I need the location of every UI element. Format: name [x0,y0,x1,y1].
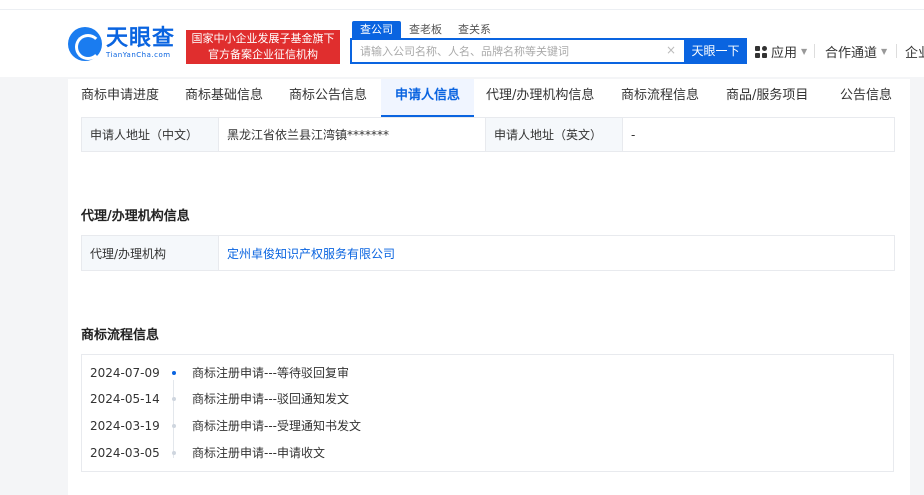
timeline-dot-icon [172,424,176,428]
addr-cn-label: 申请人地址（中文） [81,117,219,152]
list-item: 2024-03-05 商标注册申请---申请收文 [82,443,893,463]
logo-subtitle: TianYanCha.com [106,51,171,59]
search-box: × [350,38,684,64]
banner-line-1: 国家中小企业发展子基金旗下 [191,32,335,45]
nav-cooperation[interactable]: 合作通道 ▼ [825,42,887,61]
agency-label: 代理/办理机构 [81,235,219,271]
table-row: 代理/办理机构 定州卓俊知识产权服务有限公司 [81,235,895,271]
flow-date: 2024-05-14 [90,392,160,406]
search-tab-relation[interactable]: 查关系 [450,21,499,38]
tab-agency-info[interactable]: 代理/办理机构信息 [486,79,594,117]
agency-link[interactable]: 定州卓俊知识产权服务有限公司 [227,247,395,261]
site-logo[interactable]: 天眼查 TianYanCha.com [68,27,175,61]
timeline-dot-icon [172,451,176,455]
nav-divider [896,44,897,58]
list-item: 2024-07-09 商标注册申请---等待驳回复审 [82,363,893,383]
flow-date: 2024-03-19 [90,419,160,433]
logo-text: 天眼查 TianYanCha.com [106,27,175,60]
search-button[interactable]: 天眼一下 [684,38,747,64]
logo-title: 天眼查 [106,26,176,51]
agency-section-title: 代理/办理机构信息 [81,209,190,224]
clear-icon[interactable]: × [666,43,676,57]
agency-table: 代理/办理机构 定州卓俊知识产权服务有限公司 [81,235,895,271]
flow-date: 2024-07-09 [90,366,160,380]
nav-apps[interactable]: 应用 ▼ [755,42,807,61]
flow-text: 商标注册申请---等待驳回复审 [192,366,349,380]
list-item: 2024-05-14 商标注册申请---驳回通知发文 [82,389,893,409]
addr-en-value: - [622,117,895,152]
chevron-down-icon: ▼ [881,47,888,56]
search-tab-company[interactable]: 查公司 [352,21,401,38]
flow-section-title: 商标流程信息 [81,328,160,343]
applicant-address-table: 申请人地址（中文） 黑龙江省依兰县江湾镇******* 申请人地址（英文） - [81,117,895,152]
official-banner: 国家中小企业发展子基金旗下 官方备案企业征信机构 [186,30,340,64]
flow-text: 商标注册申请---申请收文 [192,446,325,460]
search-tab-boss[interactable]: 查老板 [401,21,450,38]
nav-divider [814,44,815,58]
nav-coop-label: 合作通道 [825,46,878,61]
header-rule [0,9,924,10]
search-input[interactable] [352,40,668,63]
flow-text: 商标注册申请---受理通知书发文 [192,419,361,433]
addr-cn-value: 黑龙江省依兰县江湾镇******* [218,117,486,152]
table-row: 申请人地址（中文） 黑龙江省依兰县江湾镇******* 申请人地址（英文） - [81,117,895,152]
nav-apps-label: 应用 [771,46,798,61]
tab-notices[interactable]: 公告信息 [840,79,892,117]
flow-date: 2024-03-05 [90,446,160,460]
search-type-tabs: 查公司 查老板 查关系 [352,21,499,38]
tab-goods-services[interactable]: 商品/服务项目 [726,79,808,117]
flow-text: 商标注册申请---驳回通知发文 [192,392,349,406]
addr-en-label: 申请人地址（英文） [485,117,623,152]
apps-grid-icon [755,45,767,58]
timeline-dot-icon [172,397,176,401]
list-item: 2024-03-19 商标注册申请---受理通知书发文 [82,416,893,436]
nav-enterprise-label: 企业 [905,46,924,61]
trademark-flow-list: 2024-07-09 商标注册申请---等待驳回复审 2024-05-14 商标… [81,354,894,472]
tab-announcement-info[interactable]: 商标公告信息 [289,79,367,117]
tab-process-info[interactable]: 商标流程信息 [621,79,699,117]
tab-applicant-info[interactable]: 申请人信息 [381,79,475,117]
banner-line-2: 官方备案企业征信机构 [208,48,318,61]
tab-basic-info[interactable]: 商标基础信息 [185,79,263,117]
trademark-tabs: 商标申请进度 商标基础信息 商标公告信息 申请人信息 代理/办理机构信息 商标流… [68,79,910,118]
main-content: 申请人地址（中文） 黑龙江省依兰县江湾镇******* 申请人地址（英文） - … [68,117,910,495]
chevron-down-icon: ▼ [801,47,808,56]
logo-mark-icon [68,27,102,61]
nav-enterprise[interactable]: 企业 [905,42,924,61]
tab-application-progress[interactable]: 商标申请进度 [81,79,159,117]
agency-value-cell: 定州卓俊知识产权服务有限公司 [218,235,895,271]
top-header: 天眼查 TianYanCha.com 国家中小企业发展子基金旗下 官方备案企业征… [0,0,924,77]
timeline-dot-icon [172,371,176,375]
